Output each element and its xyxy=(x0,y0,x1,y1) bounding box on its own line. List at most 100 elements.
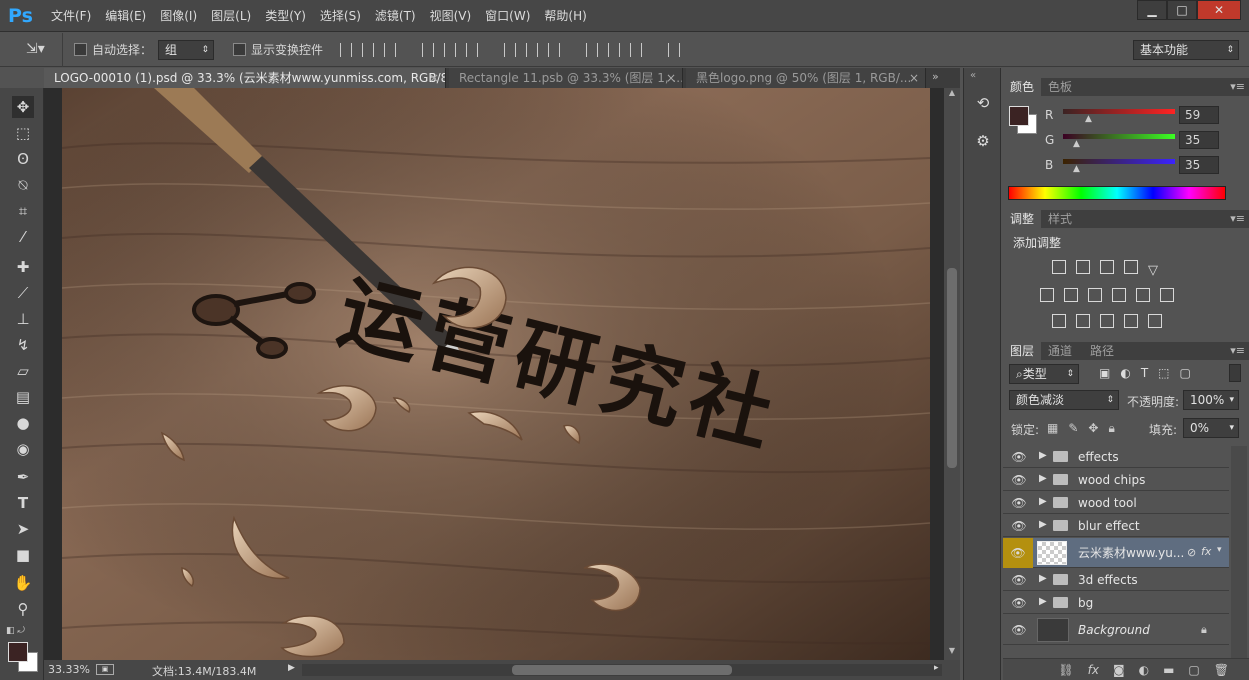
panel-menu-icon[interactable]: ▾≡ xyxy=(1230,342,1245,360)
scroll-up-icon[interactable]: ▲ xyxy=(944,88,960,100)
crop-tool-icon[interactable]: ⌗ xyxy=(12,200,34,222)
slider-thumb-icon[interactable]: ▲ xyxy=(1085,114,1092,124)
tab-layers[interactable]: 图层 xyxy=(1003,342,1042,360)
invert-icon[interactable] xyxy=(1052,314,1066,328)
foreground-color-swatch[interactable] xyxy=(8,642,28,662)
pen-tool-icon[interactable]: ✒ xyxy=(12,466,34,488)
tab-rectangle-psb[interactable]: Rectangle 11.psb @ 33.3% (图层 1, ... × xyxy=(449,68,683,88)
filter-toggle[interactable] xyxy=(1229,364,1241,382)
tab-logo-psd[interactable]: LOGO-00010 (1).psd @ 33.3% (云米素材www.yunm… xyxy=(44,68,446,88)
auto-select-dropdown[interactable]: 组 ⇕ xyxy=(158,40,214,60)
color-spectrum-ramp[interactable] xyxy=(1008,186,1226,200)
filter-pixel-icon[interactable]: ▣ xyxy=(1099,366,1110,380)
expand-arrow-icon[interactable]: ▶ xyxy=(1039,596,1047,607)
eye-icon[interactable]: 👁︎ xyxy=(1003,538,1033,568)
vertical-scrollbar[interactable]: ▲ ▼ xyxy=(944,88,960,660)
menu-window[interactable]: 窗口(W) xyxy=(478,0,537,32)
tab-swatches[interactable]: 色板 xyxy=(1041,78,1079,96)
blur-tool-icon[interactable]: ● xyxy=(12,412,34,434)
close-icon[interactable]: × xyxy=(909,68,919,88)
preview-icon[interactable]: ▣ xyxy=(96,664,114,675)
filter-adjustment-icon[interactable]: ◐ xyxy=(1120,366,1130,380)
hue-saturation-icon[interactable] xyxy=(1040,288,1054,302)
horizontal-scroll-thumb[interactable] xyxy=(512,665,732,675)
tab-styles[interactable]: 样式 xyxy=(1041,210,1079,228)
eye-icon[interactable]: 👁︎ xyxy=(1011,573,1027,587)
eraser-tool-icon[interactable]: ▱ xyxy=(12,360,34,382)
layer-row-wood-tool[interactable]: 👁︎ ▶ wood tool xyxy=(1003,492,1229,514)
distribute-hcenter-icon[interactable] xyxy=(608,43,620,57)
menu-filter[interactable]: 滤镜(T) xyxy=(368,0,423,32)
layer-row-blur-effect[interactable]: 👁︎ ▶ blur effect xyxy=(1003,515,1229,537)
filter-type-icon[interactable]: T xyxy=(1141,366,1148,380)
expand-arrow-icon[interactable]: ▶ xyxy=(1039,473,1047,484)
more-tabs-icon[interactable]: » xyxy=(932,70,939,83)
scroll-down-icon[interactable]: ▼ xyxy=(944,646,960,658)
effects-expand-icon[interactable]: ▾ xyxy=(1217,545,1222,555)
align-right-icon[interactable] xyxy=(466,43,478,57)
menu-select[interactable]: 选择(S) xyxy=(313,0,368,32)
color-lookup-icon[interactable] xyxy=(1160,288,1174,302)
menu-help[interactable]: 帮助(H) xyxy=(537,0,593,32)
eye-icon[interactable]: 👁︎ xyxy=(1011,496,1027,510)
lock-transparency-icon[interactable]: ▦ xyxy=(1047,421,1058,436)
history-panel-icon[interactable]: ⟲ xyxy=(973,94,993,114)
curves-icon[interactable] xyxy=(1100,260,1114,274)
lock-all-icon[interactable]: 🔒︎ xyxy=(1108,421,1114,436)
add-style-fx-icon[interactable]: fx xyxy=(1088,663,1099,677)
tab-adjustments[interactable]: 调整 xyxy=(1003,210,1042,228)
gradient-map-icon[interactable] xyxy=(1148,314,1162,328)
filter-smart-object-icon[interactable]: ▢ xyxy=(1180,366,1191,380)
brush-tool-icon[interactable]: ⟋ xyxy=(12,282,34,304)
marquee-tool-icon[interactable]: ⬚ xyxy=(12,122,34,144)
healing-brush-tool-icon[interactable]: ✚ xyxy=(12,256,34,278)
posterize-icon[interactable] xyxy=(1076,314,1090,328)
stamp-tool-icon[interactable]: ⊥ xyxy=(12,308,34,330)
layer-filter-dropdown[interactable]: ⌕类型 ⇕ xyxy=(1009,364,1079,384)
channel-g-value[interactable]: 35 xyxy=(1179,131,1219,149)
auto-select-checkbox[interactable] xyxy=(74,42,87,56)
layers-scrollbar[interactable] xyxy=(1231,446,1247,660)
color-balance-icon[interactable] xyxy=(1064,288,1078,302)
link-layers-icon[interactable]: ⛓︎ xyxy=(1058,663,1073,677)
channel-mixer-icon[interactable] xyxy=(1136,288,1150,302)
layer-row-bg[interactable]: 👁︎ ▶ bg xyxy=(1003,592,1229,614)
menu-view[interactable]: 视图(V) xyxy=(423,0,479,32)
zoom-tool-icon[interactable]: ⚲ xyxy=(12,598,34,620)
scroll-right-icon[interactable]: ▸ xyxy=(934,663,939,673)
channel-b-value[interactable]: 35 xyxy=(1179,156,1219,174)
distribute-vcenter-icon[interactable] xyxy=(526,43,538,57)
lock-pixels-icon[interactable]: ✎ xyxy=(1068,421,1078,436)
photo-filter-icon[interactable] xyxy=(1112,288,1126,302)
black-white-icon[interactable] xyxy=(1088,288,1102,302)
expand-arrow-icon[interactable]: ▶ xyxy=(1039,573,1047,584)
color-fg-swatch[interactable] xyxy=(1009,106,1029,126)
channel-r-slider[interactable] xyxy=(1063,109,1175,114)
status-menu-arrow-icon[interactable]: ▶ xyxy=(288,663,295,673)
menu-layer[interactable]: 图层(L) xyxy=(204,0,258,32)
eyedropper-tool-icon[interactable]: ⁄ xyxy=(12,226,34,248)
new-adjustment-layer-icon[interactable]: ◐ xyxy=(1139,663,1149,677)
channel-r-value[interactable]: 59 xyxy=(1179,106,1219,124)
maximize-button[interactable]: □ xyxy=(1167,0,1197,20)
eye-icon[interactable]: 👁︎ xyxy=(1011,450,1027,464)
layer-row-effects[interactable]: 👁︎ ▶ effects xyxy=(1003,446,1229,468)
horizontal-scrollbar[interactable] xyxy=(302,664,942,676)
menu-image[interactable]: 图像(I) xyxy=(153,0,204,32)
lock-position-icon[interactable]: ✥ xyxy=(1088,421,1098,436)
eye-icon[interactable]: 👁︎ xyxy=(1011,519,1027,533)
vertical-scroll-thumb[interactable] xyxy=(947,268,957,468)
auto-align-icon[interactable] xyxy=(668,43,680,57)
align-left-icon[interactable] xyxy=(422,43,434,57)
gradient-map-triangle-icon[interactable]: ▽ xyxy=(1148,263,1158,278)
close-icon[interactable]: × xyxy=(666,68,676,88)
selective-color-icon[interactable] xyxy=(1124,314,1138,328)
menu-type[interactable]: 类型(Y) xyxy=(258,0,313,32)
tab-paths[interactable]: 路径 xyxy=(1083,342,1121,360)
tab-color[interactable]: 颜色 xyxy=(1003,78,1042,96)
path-select-tool-icon[interactable]: ➤ xyxy=(12,518,34,540)
minimize-button[interactable]: ▁ xyxy=(1137,0,1167,20)
delete-layer-trash-icon[interactable]: 🗑︎ xyxy=(1214,663,1229,677)
tab-black-logo-png[interactable]: 黑色logo.png @ 50% (图层 1, RGB/... × xyxy=(686,68,926,88)
fill-input[interactable]: 0% ▾ xyxy=(1183,418,1239,438)
